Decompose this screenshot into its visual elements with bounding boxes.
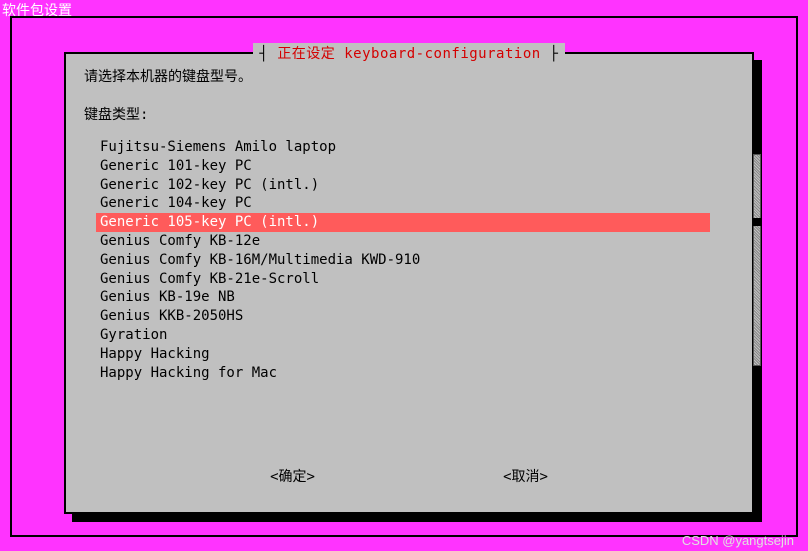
list-label: 键盘类型:: [84, 104, 734, 124]
scroll-down-icon[interactable]: ↓: [753, 368, 760, 382]
list-item[interactable]: Genius Comfy KB-21e-Scroll: [96, 270, 710, 289]
dialog-title-pkg: keyboard-configuration: [344, 46, 540, 62]
terminal-frame: ┤ 正在设定 keyboard-configuration ├ 请选择本机器的键…: [10, 16, 798, 537]
prompt-text: 请选择本机器的键盘型号。: [84, 66, 734, 86]
cancel-button[interactable]: <取消>: [503, 466, 548, 486]
dialog-title-prefix: 正在设定: [277, 46, 344, 62]
list-item[interactable]: Generic 104-key PC: [96, 194, 710, 213]
keyboard-config-dialog: ┤ 正在设定 keyboard-configuration ├ 请选择本机器的键…: [64, 52, 754, 514]
dialog-title-bar: ┤ 正在设定 keyboard-configuration ├: [66, 43, 752, 63]
list-item[interactable]: Genius KB-19e NB: [96, 288, 710, 307]
button-row: <确定> <取消>: [66, 466, 752, 486]
list-item[interactable]: Genius Comfy KB-16M/Multimedia KWD-910: [96, 251, 710, 270]
ok-button[interactable]: <确定>: [270, 466, 315, 486]
scroll-track[interactable]: [753, 154, 761, 366]
list-item[interactable]: Happy Hacking for Mac: [96, 364, 710, 383]
list-item[interactable]: Generic 102-key PC (intl.): [96, 176, 710, 195]
list-item[interactable]: Fujitsu-Siemens Amilo laptop: [96, 138, 710, 157]
list-item[interactable]: Genius Comfy KB-12e: [96, 232, 710, 251]
list-item[interactable]: Generic 101-key PC: [96, 157, 710, 176]
list-item[interactable]: Genius KKB-2050HS: [96, 307, 710, 326]
keyboard-list[interactable]: Fujitsu-Siemens Amilo laptopGeneric 101-…: [96, 138, 734, 382]
dialog-title: ┤ 正在设定 keyboard-configuration ├: [253, 43, 564, 63]
scroll-thumb[interactable]: [753, 218, 761, 226]
list-item[interactable]: Gyration: [96, 326, 710, 345]
watermark: CSDN @yangtsejin: [682, 533, 794, 548]
list-item[interactable]: Happy Hacking: [96, 345, 710, 364]
list-item[interactable]: Generic 105-key PC (intl.): [96, 213, 710, 232]
title-bracket-left: ┤: [259, 46, 277, 62]
scrollbar[interactable]: ↑ ↓: [750, 138, 764, 382]
scroll-up-icon[interactable]: ↑: [753, 138, 760, 152]
title-bracket-right: ├: [541, 46, 559, 62]
